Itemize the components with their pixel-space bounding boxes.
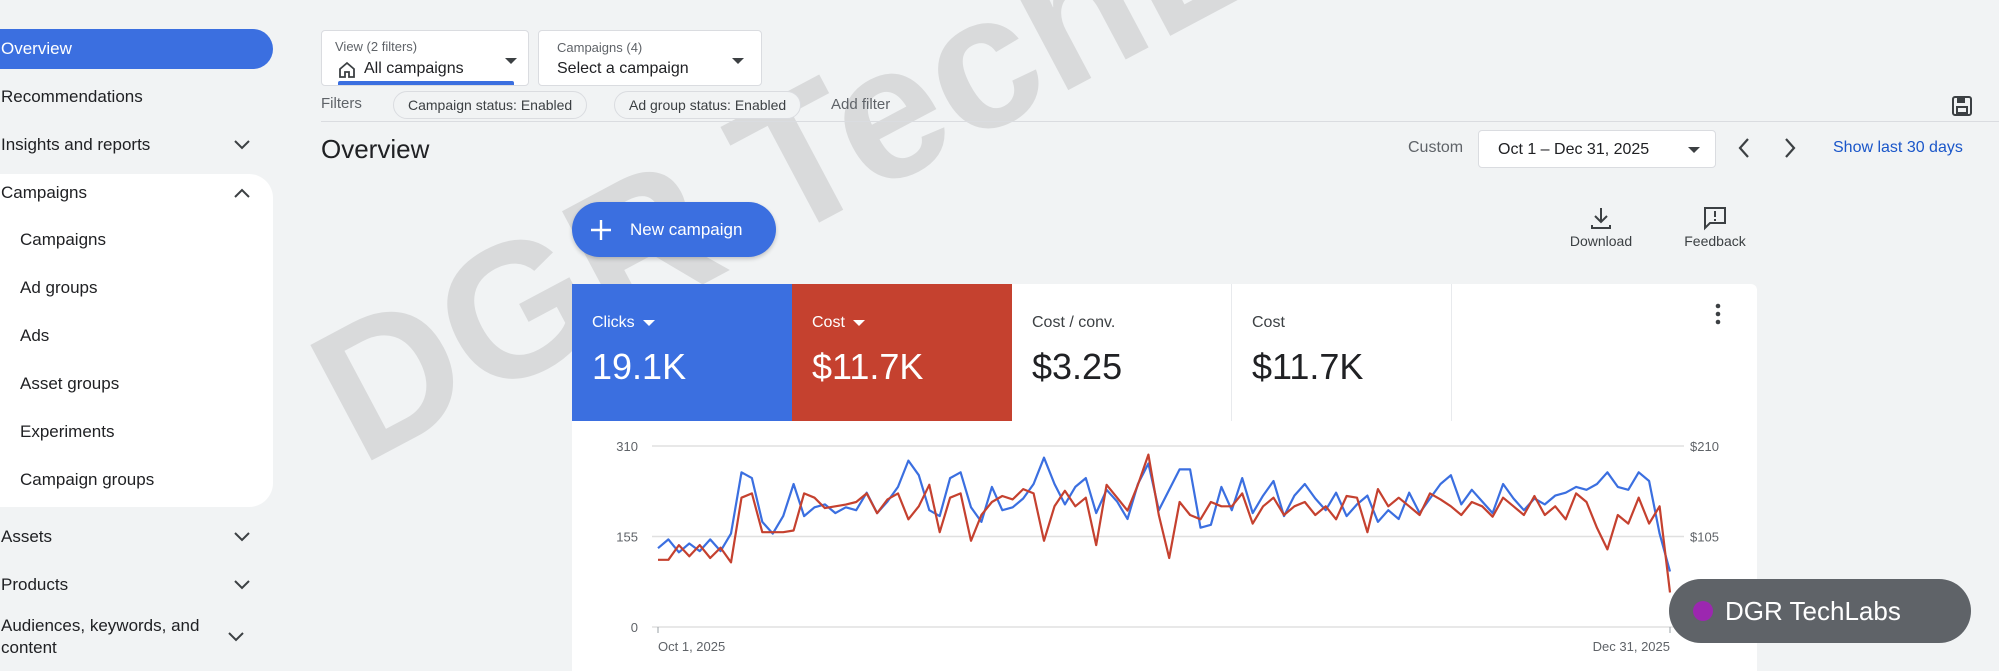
metric-label: Cost <box>1252 314 1285 331</box>
metric-value: $11.7K <box>812 346 924 387</box>
plus-icon <box>588 217 614 243</box>
metric-tile-clicks[interactable]: Clicks 19.1K <box>572 284 792 421</box>
dropdown-caret-icon <box>1688 147 1700 153</box>
sidebar-subitem-asset-groups[interactable]: Asset groups <box>20 364 119 404</box>
download-label: Download <box>1569 233 1633 249</box>
new-campaign-label: New campaign <box>630 219 743 239</box>
feedback-button[interactable]: Feedback <box>1675 205 1755 251</box>
series-line-clicks <box>657 456 1672 572</box>
chevron-up-icon <box>231 182 253 204</box>
sidebar-subitem-experiments[interactable]: Experiments <box>20 412 114 452</box>
sidebar-item-label: Campaigns <box>1 183 87 202</box>
add-filter-link[interactable]: Add filter <box>831 96 890 113</box>
new-campaign-button[interactable]: New campaign <box>572 202 776 257</box>
y-left-tick-label: 0 <box>631 620 638 635</box>
sidebar-nav: Overview Recommendations Insights and re… <box>0 0 280 671</box>
y-right-tick-label: $105 <box>1690 530 1719 545</box>
chevron-left-icon[interactable] <box>1737 137 1751 164</box>
date-range-picker[interactable]: Oct 1 – Dec 31, 2025 <box>1478 130 1716 168</box>
filters-divider <box>321 121 1999 122</box>
campaign-select-value: Select a campaign <box>557 60 689 77</box>
download-icon <box>1561 205 1641 233</box>
sidebar-item-assets[interactable]: Assets <box>0 517 273 557</box>
dropdown-caret-icon <box>732 58 744 64</box>
chevron-right-icon[interactable] <box>1783 137 1797 164</box>
show-last-30-days-link[interactable]: Show last 30 days <box>1833 139 1963 157</box>
date-range-type: Custom <box>1408 139 1464 156</box>
brand-badge: DGR TechLabs <box>1669 579 1971 643</box>
sidebar-item-audiences[interactable]: Audiences, keywords, and content <box>0 612 273 662</box>
metric-tile-cost[interactable]: Cost $11.7K <box>792 284 1012 421</box>
filter-chip-campaign-status[interactable]: Campaign status: Enabled <box>393 91 588 119</box>
dropdown-caret-icon <box>505 58 517 64</box>
brand-badge-text: DGR TechLabs <box>1725 595 1901 626</box>
sidebar-item-products[interactable]: Products <box>0 565 273 605</box>
x-end-label: Dec 31, 2025 <box>1593 639 1670 654</box>
brand-dot-icon <box>1693 601 1713 621</box>
campaign-count: Campaigns (4) <box>557 40 643 55</box>
sidebar-item-insights-and-reports[interactable]: Insights and reports <box>0 125 273 165</box>
sidebar-item-campaigns[interactable]: Campaigns <box>0 173 273 213</box>
chevron-down-icon <box>231 574 253 596</box>
sidebar-item-label: Audiences, keywords, and content <box>1 616 200 657</box>
date-range-value: Oct 1 – Dec 31, 2025 <box>1498 141 1650 158</box>
metric-tile-cost-per-conv[interactable]: Cost / conv. $3.25 <box>1012 284 1232 421</box>
metric-value: 19.1K <box>592 346 687 387</box>
chevron-down-icon <box>225 626 247 648</box>
sidebar-item-label: Assets <box>1 527 53 546</box>
chevron-down-icon <box>231 134 253 156</box>
metric-value: $11.7K <box>1252 346 1364 387</box>
metric-label-text: Cost <box>812 314 845 331</box>
sidebar-item-label: Insights and reports <box>1 135 151 154</box>
sidebar-item-label: Products <box>1 575 69 594</box>
view-filter-underline <box>338 81 514 85</box>
performance-line-chart: 310$210155$1050$0.00Oct 1, 2025Dec 31, 2… <box>616 439 1722 654</box>
view-filter-count: View (2 filters) <box>335 39 418 54</box>
dropdown-caret-icon[interactable] <box>642 320 655 326</box>
view-filter-dropdown[interactable]: View (2 filters) All campaigns <box>321 30 529 86</box>
download-button[interactable]: Download <box>1561 205 1641 251</box>
metric-label: Cost / conv. <box>1032 314 1116 331</box>
metric-value: $3.25 <box>1032 346 1123 387</box>
sidebar-item-label: Overview <box>1 39 72 58</box>
metric-label: Clicks <box>592 314 655 332</box>
feedback-label: Feedback <box>1684 233 1746 249</box>
sidebar-subitem-ad-groups[interactable]: Ad groups <box>20 268 98 308</box>
metric-label-text: Clicks <box>592 314 635 331</box>
series-line-cost <box>658 453 1672 593</box>
sidebar-subitem-campaigns[interactable]: Campaigns <box>20 220 106 260</box>
sidebar-item-recommendations[interactable]: Recommendations <box>0 77 273 117</box>
y-left-tick-label: 155 <box>616 530 638 545</box>
feedback-icon <box>1675 205 1755 233</box>
view-filter-value: All campaigns <box>364 60 464 77</box>
metric-label: Cost <box>812 314 865 332</box>
y-right-tick-label: $210 <box>1690 439 1719 454</box>
metric-tile-cost-2[interactable]: Cost $11.7K <box>1232 284 1452 421</box>
y-left-tick-label: 310 <box>616 439 638 454</box>
page-title: Overview <box>321 134 430 164</box>
sidebar-subitem-ads[interactable]: Ads <box>20 316 49 356</box>
save-icon[interactable] <box>1951 95 1973 122</box>
sidebar-item-label: Recommendations <box>1 87 143 106</box>
x-start-label: Oct 1, 2025 <box>658 639 725 654</box>
sidebar-subitem-campaign-groups[interactable]: Campaign groups <box>20 460 154 500</box>
dropdown-caret-icon[interactable] <box>852 320 865 326</box>
filters-label: Filters <box>321 95 362 112</box>
filter-chip-ad-group-status[interactable]: Ad group status: Enabled <box>614 91 802 119</box>
sidebar-item-overview[interactable]: Overview <box>0 29 273 69</box>
campaign-select-dropdown[interactable]: Campaigns (4) Select a campaign <box>538 30 762 86</box>
more-options-icon[interactable] <box>1709 302 1727 331</box>
chevron-down-icon <box>231 526 253 548</box>
